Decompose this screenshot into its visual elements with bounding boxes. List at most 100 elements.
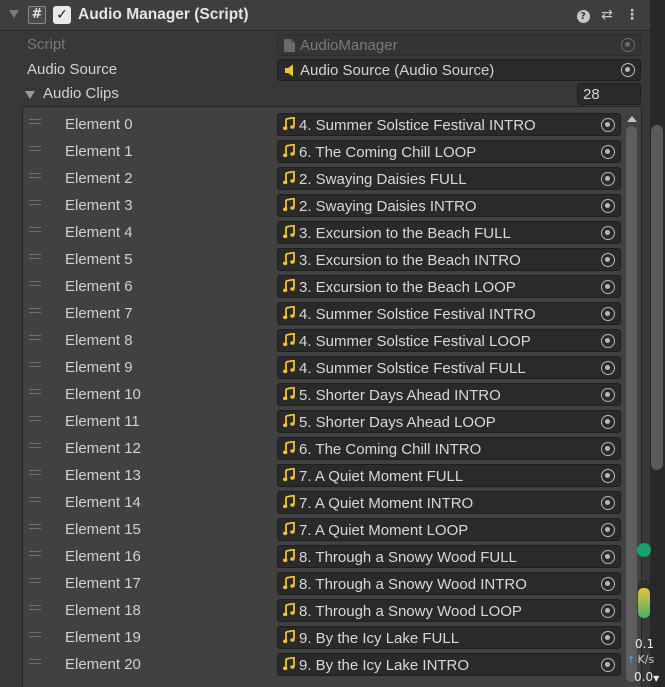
drag-handle-icon[interactable] — [29, 551, 41, 556]
list-item[interactable]: Element 11 5. Shorter Days Ahead LOOP — [23, 408, 623, 435]
object-picker-icon[interactable] — [601, 388, 615, 402]
audio-clip-field[interactable]: 2. Swaying Daisies INTRO — [277, 194, 621, 217]
object-picker-icon[interactable] — [601, 469, 615, 483]
audio-clip-field[interactable]: 9. By the Icy Lake INTRO — [277, 653, 621, 676]
drag-handle-icon[interactable] — [29, 362, 41, 367]
object-picker-icon[interactable] — [601, 496, 615, 510]
audio-clip-field[interactable]: 7. A Quiet Moment INTRO — [277, 491, 621, 514]
object-picker-icon[interactable] — [601, 415, 615, 429]
component-header[interactable]: # ✓ Audio Manager (Script) ? ⇄ ⋮ — [0, 0, 665, 31]
list-item[interactable]: Element 3 2. Swaying Daisies INTRO — [23, 192, 623, 219]
audio-clip-field[interactable]: 8. Through a Snowy Wood LOOP — [277, 599, 621, 622]
list-item[interactable]: Element 13 7. A Quiet Moment FULL — [23, 462, 623, 489]
object-picker-icon[interactable] — [601, 172, 615, 186]
drag-handle-icon[interactable] — [29, 659, 41, 664]
drag-handle-icon[interactable] — [29, 227, 41, 232]
object-picker-icon[interactable] — [601, 199, 615, 213]
drag-handle-icon[interactable] — [29, 605, 41, 610]
object-picker-icon[interactable] — [601, 631, 615, 645]
drag-handle-icon[interactable] — [29, 632, 41, 637]
list-item[interactable]: Element 12 6. The Coming Chill INTRO — [23, 435, 623, 462]
object-picker-icon[interactable] — [601, 604, 615, 618]
drag-handle-icon[interactable] — [29, 389, 41, 394]
list-item[interactable]: Element 17 8. Through a Snowy Wood INTRO — [23, 570, 623, 597]
object-picker-icon[interactable] — [601, 280, 615, 294]
inspector-scroll-thumb[interactable] — [651, 125, 663, 470]
list-item[interactable]: Element 14 7. A Quiet Moment INTRO — [23, 489, 623, 516]
array-size-input[interactable]: 28 — [577, 83, 641, 105]
drag-handle-icon[interactable] — [29, 173, 41, 178]
preset-icon[interactable]: ⇄ — [598, 6, 616, 24]
drag-handle-icon[interactable] — [29, 335, 41, 340]
drag-handle-icon[interactable] — [29, 578, 41, 583]
audio-clip-field[interactable]: 6. The Coming Chill INTRO — [277, 437, 621, 460]
audio-clip-field[interactable]: 4. Summer Solstice Festival INTRO — [277, 113, 621, 136]
audio-clip-field[interactable]: 4. Summer Solstice Festival LOOP — [277, 329, 621, 352]
list-item[interactable]: Element 0 4. Summer Solstice Festival INT… — [23, 111, 623, 138]
audio-clip-field[interactable]: 2. Swaying Daisies FULL — [277, 167, 621, 190]
scroll-up-arrow-icon[interactable] — [627, 116, 637, 122]
object-picker-icon[interactable] — [601, 361, 615, 375]
object-picker-icon[interactable] — [601, 307, 615, 321]
audio-clip-field[interactable]: 9. By the Icy Lake FULL — [277, 626, 621, 649]
audio-clip-field[interactable]: 8. Through a Snowy Wood FULL — [277, 545, 621, 568]
audio-clip-field[interactable]: 3. Excursion to the Beach INTRO — [277, 248, 621, 271]
audio-clip-field[interactable]: 8. Through a Snowy Wood INTRO — [277, 572, 621, 595]
audio-source-field[interactable]: Audio Source (Audio Source) — [277, 59, 641, 81]
list-item[interactable]: Element 4 3. Excursion to the Beach FULL — [23, 219, 623, 246]
audio-clip-field[interactable]: 7. A Quiet Moment LOOP — [277, 518, 621, 541]
audio-clip-field[interactable]: 3. Excursion to the Beach FULL — [277, 221, 621, 244]
drag-handle-icon[interactable] — [29, 281, 41, 286]
audio-clip-field[interactable]: 7. A Quiet Moment FULL — [277, 464, 621, 487]
drag-handle-icon[interactable] — [29, 416, 41, 421]
list-item[interactable]: Element 5 3. Excursion to the Beach INTRO — [23, 246, 623, 273]
audio-clip-field[interactable]: 4. Summer Solstice Festival FULL — [277, 356, 621, 379]
list-item[interactable]: Element 20 9. By the Icy Lake INTRO — [23, 651, 623, 678]
list-item[interactable]: Element 15 7. A Quiet Moment LOOP — [23, 516, 623, 543]
drag-handle-icon[interactable] — [29, 308, 41, 313]
audio-clip-field[interactable]: 5. Shorter Days Ahead INTRO — [277, 383, 621, 406]
object-picker-icon[interactable] — [601, 253, 615, 267]
object-picker-icon[interactable] — [601, 118, 615, 132]
audio-clip-field[interactable]: 5. Shorter Days Ahead LOOP — [277, 410, 621, 433]
drag-handle-icon[interactable] — [29, 524, 41, 529]
enabled-checkbox[interactable]: ✓ — [53, 6, 71, 24]
list-item[interactable]: Element 18 8. Through a Snowy Wood LOOP — [23, 597, 623, 624]
list-item[interactable]: Element 16 8. Through a Snowy Wood FULL — [23, 543, 623, 570]
drag-handle-icon[interactable] — [29, 443, 41, 448]
object-picker-icon[interactable] — [601, 658, 615, 672]
drag-handle-icon[interactable] — [29, 119, 41, 124]
object-picker-icon[interactable] — [601, 577, 615, 591]
drag-handle-icon[interactable] — [29, 470, 41, 475]
scroll-thumb[interactable] — [626, 126, 637, 682]
audio-clip-name: 4. Summer Solstice Festival INTRO — [299, 306, 536, 323]
list-item[interactable]: Element 2 2. Swaying Daisies FULL — [23, 165, 623, 192]
audio-clip-field[interactable]: 4. Summer Solstice Festival INTRO — [277, 302, 621, 325]
object-picker-icon[interactable] — [601, 226, 615, 240]
object-picker-icon[interactable] — [621, 63, 635, 77]
audio-clip-field[interactable]: 3. Excursion to the Beach LOOP — [277, 275, 621, 298]
help-icon[interactable]: ? — [574, 6, 592, 24]
drag-handle-icon[interactable] — [29, 497, 41, 502]
foldout-arrow-icon[interactable] — [9, 10, 19, 18]
audio-clips-row[interactable]: Audio Clips 28 — [0, 82, 650, 106]
object-picker-icon[interactable] — [601, 550, 615, 564]
object-picker-icon[interactable] — [601, 523, 615, 537]
audio-clip-field[interactable]: 6. The Coming Chill LOOP — [277, 140, 621, 163]
list-item[interactable]: Element 1 6. The Coming Chill LOOP — [23, 138, 623, 165]
list-item[interactable]: Element 19 9. By the Icy Lake FULL — [23, 624, 623, 651]
object-picker-icon[interactable] — [601, 334, 615, 348]
list-item[interactable]: Element 9 4. Summer Solstice Festival FUL… — [23, 354, 623, 381]
chevron-down-icon[interactable] — [25, 91, 35, 99]
object-picker-icon[interactable] — [601, 145, 615, 159]
list-item[interactable]: Element 8 4. Summer Solstice Festival LOO… — [23, 327, 623, 354]
drag-handle-icon[interactable] — [29, 254, 41, 259]
list-item[interactable]: Element 6 3. Excursion to the Beach LOOP — [23, 273, 623, 300]
audio-clips-label[interactable]: Audio Clips — [43, 85, 119, 102]
drag-handle-icon[interactable] — [29, 200, 41, 205]
more-icon[interactable]: ⋮ — [623, 6, 641, 24]
list-item[interactable]: Element 7 4. Summer Solstice Festival INT… — [23, 300, 623, 327]
list-item[interactable]: Element 10 5. Shorter Days Ahead INTRO — [23, 381, 623, 408]
object-picker-icon[interactable] — [601, 442, 615, 456]
drag-handle-icon[interactable] — [29, 146, 41, 151]
